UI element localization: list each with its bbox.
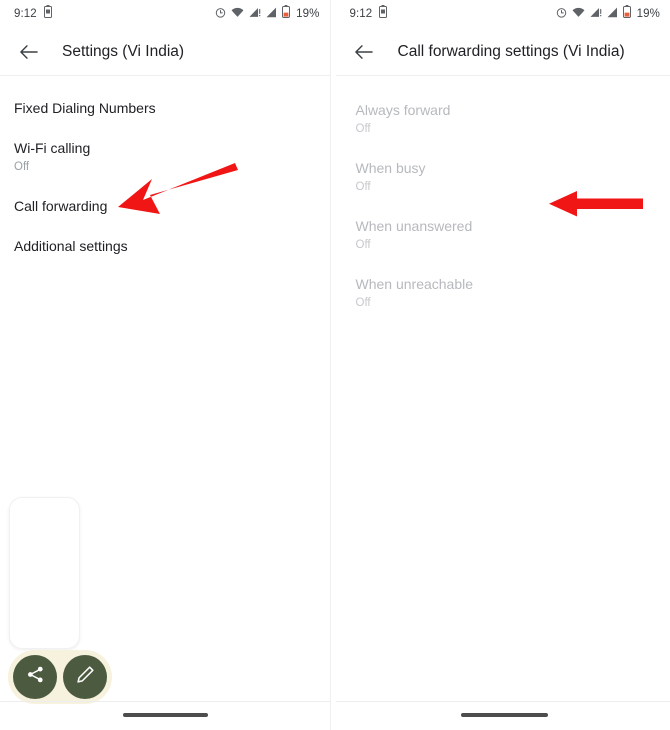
list-item-when-unreachable[interactable]: When unreachable Off <box>336 264 670 322</box>
battery-saver-icon <box>43 5 52 23</box>
wifi-icon <box>231 5 244 23</box>
right-phone-screen: 9:12 19% Call forwarding settings (Vi In… <box>335 0 670 730</box>
alarm-icon <box>215 5 226 23</box>
app-bar: Settings (Vi India) <box>0 28 330 75</box>
screenshot-preview-card[interactable] <box>9 497 80 649</box>
list-item-title: When unreachable <box>355 276 474 292</box>
call-forwarding-list: Always forward Off When busy Off When un… <box>336 76 670 322</box>
share-button[interactable] <box>13 655 57 699</box>
status-bar-left: 9:12 <box>14 5 52 23</box>
status-bar: 9:12 19% <box>336 0 670 28</box>
app-bar: Call forwarding settings (Vi India) <box>336 28 670 75</box>
alarm-icon <box>556 5 567 23</box>
status-time: 9:12 <box>349 8 373 20</box>
list-item-wifi-calling[interactable]: Wi-Fi calling Off <box>0 128 330 186</box>
back-button[interactable] <box>350 38 378 66</box>
battery-percent-label: 19% <box>636 8 660 20</box>
list-item-when-unanswered[interactable]: When unanswered Off <box>336 206 670 264</box>
list-item-title: When busy <box>355 160 426 176</box>
gesture-nav-pill[interactable] <box>123 713 208 717</box>
status-time: 9:12 <box>14 8 37 20</box>
status-bar: 9:12 19% <box>0 0 330 28</box>
list-item-fixed-dialing-numbers[interactable]: Fixed Dialing Numbers <box>0 88 330 128</box>
nav-bar-separator <box>0 701 330 702</box>
back-button[interactable] <box>14 38 42 66</box>
signal-sim2-icon <box>607 5 618 23</box>
list-item-title: When unanswered <box>355 218 473 234</box>
list-item-subtitle: Off <box>355 297 371 309</box>
list-item-additional-settings[interactable]: Additional settings <box>0 226 330 266</box>
wifi-icon <box>572 5 585 23</box>
signal-sim1-icon <box>590 5 602 23</box>
status-bar-right: 19% <box>215 5 319 23</box>
list-item-title: Wi-Fi calling <box>14 140 91 156</box>
edit-button[interactable] <box>63 655 107 699</box>
dual-screenshot-container: 9:12 19% Settings (Vi India) Fixed Diali… <box>0 0 670 730</box>
page-title: Settings (Vi India) <box>62 42 185 60</box>
settings-list: Fixed Dialing Numbers Wi-Fi calling Off … <box>0 76 330 266</box>
left-phone-screen: 9:12 19% Settings (Vi India) Fixed Diali… <box>0 0 330 730</box>
list-item-subtitle: Off <box>355 123 371 135</box>
gesture-nav-pill[interactable] <box>460 713 548 717</box>
signal-sim2-icon <box>266 5 277 23</box>
signal-sim1-icon <box>249 5 261 23</box>
list-item-title: Additional settings <box>14 238 128 254</box>
battery-percent-label: 19% <box>296 8 320 20</box>
list-item-subtitle: Off <box>355 239 371 251</box>
nav-bar-separator <box>335 701 670 702</box>
screenshot-action-pill <box>8 650 112 704</box>
list-item-title: Always forward <box>355 102 451 118</box>
status-bar-left: 9:12 <box>350 5 388 23</box>
list-item-title: Call forwarding <box>14 198 108 214</box>
list-item-subtitle: Off <box>355 181 371 193</box>
list-item-subtitle: Off <box>14 161 30 173</box>
battery-saver-icon <box>379 5 388 23</box>
page-title: Call forwarding settings (Vi India) <box>397 42 625 60</box>
battery-icon <box>622 5 631 23</box>
pencil-icon <box>76 665 95 689</box>
list-item-title: Fixed Dialing Numbers <box>14 100 156 116</box>
list-item-always-forward[interactable]: Always forward Off <box>336 90 670 148</box>
status-bar-right: 19% <box>556 5 660 23</box>
battery-icon <box>282 5 291 23</box>
list-item-call-forwarding[interactable]: Call forwarding <box>0 186 330 226</box>
list-item-when-busy[interactable]: When busy Off <box>336 148 670 206</box>
share-icon <box>26 665 45 689</box>
